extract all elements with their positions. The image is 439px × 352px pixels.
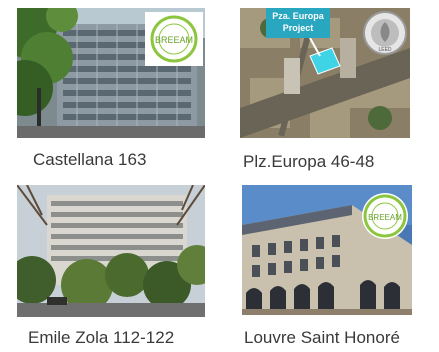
property-photo-plz-europa[interactable]: Pza. Europa Project LEED bbox=[240, 8, 410, 138]
breeam-badge-text: BREEAM bbox=[368, 213, 402, 222]
breeam-badge: BREEAM bbox=[145, 12, 203, 66]
residential-building-photo bbox=[17, 185, 205, 317]
property-photo-louvre[interactable]: BREEAM bbox=[242, 185, 412, 315]
map-label-box: Pza. Europa Project bbox=[266, 8, 330, 38]
map-label-line1: Pza. Europa bbox=[272, 11, 324, 21]
leed-badge-text: LEED bbox=[378, 47, 391, 53]
property-name-plz-europa[interactable]: Plz.Europa 46-48 bbox=[243, 152, 374, 172]
property-photo-emile-zola[interactable] bbox=[17, 185, 205, 317]
leed-badge: LEED bbox=[362, 10, 408, 56]
property-name-emile-zola[interactable]: Emile Zola 112-122 bbox=[28, 328, 174, 348]
leed-seal-icon: LEED bbox=[363, 11, 407, 55]
breeam-seal-icon: BREEAM bbox=[362, 193, 408, 239]
breeam-seal-icon: BREEAM bbox=[150, 15, 198, 63]
property-name-castellana[interactable]: Castellana 163 bbox=[33, 150, 146, 170]
property-photo-castellana[interactable]: BREEAM bbox=[17, 8, 205, 138]
property-name-louvre[interactable]: Louvre Saint Honoré bbox=[244, 328, 400, 348]
map-label-line2: Project bbox=[282, 23, 314, 33]
breeam-badge: BREEAM bbox=[360, 191, 410, 241]
breeam-badge-text: BREEAM bbox=[155, 35, 193, 45]
